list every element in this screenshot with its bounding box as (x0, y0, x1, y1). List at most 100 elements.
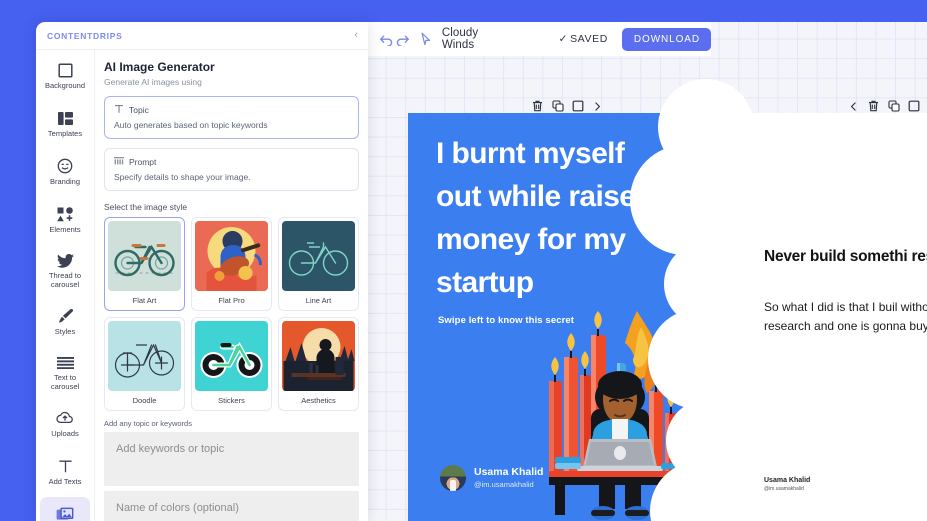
text-tool-icon (114, 104, 124, 116)
redo-arrow-icon[interactable] (395, 25, 412, 53)
brand-logo[interactable]: CONTENTDRIPS (47, 31, 122, 41)
style-thumb (282, 321, 355, 391)
style-card-flat-art[interactable]: Flat Art (104, 217, 185, 311)
slide-2-body: So what I did is that I buil without any… (764, 300, 927, 333)
style-name: Flat Pro (218, 296, 245, 305)
duplicate-icon[interactable] (549, 98, 566, 115)
shapes-plus-icon (56, 206, 74, 223)
sidebar-item-label: Branding (49, 176, 81, 186)
prompt-field[interactable]: Prompt Specify details to shape your ima… (104, 148, 359, 191)
author-handle: @im.usamakhalid (764, 485, 804, 492)
screen: I burnt myself out while raise money for… (0, 0, 927, 521)
sidebar-item-label: Elements (49, 224, 81, 234)
style-section-label: Select the image style (104, 202, 188, 212)
sidebar-item-label: Text to carousel (50, 373, 80, 391)
sidebar-item-uploads[interactable]: Uploads (40, 401, 90, 447)
prompt-grid-icon (114, 156, 124, 168)
slide-2-heading: Never build somethi research (764, 248, 927, 265)
cursor-pointer-icon[interactable] (417, 25, 434, 53)
sidebar-item-branding[interactable]: Branding (40, 149, 90, 195)
style-thumb (195, 221, 268, 291)
editor-canvas[interactable]: I burnt myself out while raise money for… (368, 22, 927, 521)
style-thumb (108, 221, 181, 291)
trash-icon[interactable] (865, 98, 882, 115)
slide-2[interactable]: Never build somethi research So what I d… (706, 113, 927, 521)
square-outline-icon (57, 62, 73, 79)
slide-1-headline: I burnt myself out while raise money for… (436, 137, 636, 299)
slide-1[interactable]: I burnt myself out while raise money for… (408, 113, 700, 521)
chevron-right-icon[interactable] (589, 98, 606, 115)
undo-arrow-icon[interactable] (378, 25, 395, 53)
keywords-input[interactable] (104, 432, 359, 486)
letter-t-icon (58, 458, 73, 475)
sidebar-item-thread-to-carousel[interactable]: Thread to carousel (40, 245, 90, 297)
chevron-left-icon[interactable]: ‹ (354, 30, 358, 41)
author-handle: @im.usamakhalid (474, 479, 534, 489)
style-card-stickers[interactable]: Stickers (191, 317, 272, 411)
style-card-line-art[interactable]: Line Art (278, 217, 359, 311)
sidebar-item-background[interactable]: Background (40, 53, 90, 99)
twitter-bird-icon (56, 252, 74, 269)
sidebar-item-styles[interactable]: Styles (40, 299, 90, 345)
frame-icon[interactable] (569, 98, 586, 115)
frame-icon[interactable] (905, 98, 922, 115)
download-button[interactable]: DOWNLOAD (621, 27, 711, 51)
grid-layout-icon (57, 110, 73, 127)
smiley-face-icon (57, 158, 73, 175)
check-icon: ✓ (558, 33, 569, 45)
document-title[interactable]: Cloudy Winds (442, 27, 485, 51)
saved-label: SAVED (570, 33, 608, 45)
slide-2-toolbar[interactable] (845, 97, 922, 115)
slide-2-author: Usama Khalid @im.usamakhalid (764, 476, 810, 493)
style-name: Flat Art (132, 296, 157, 305)
sidebar-item-elements[interactable]: Elements (40, 197, 90, 243)
sidebar-rail[interactable]: Background Templates Branding Elements T… (36, 49, 95, 521)
author-name: Usama Khalid (474, 465, 544, 478)
burnout-person-laptop-candles-illustration (549, 311, 691, 520)
keywords-label: Add any topic or keywords (104, 419, 192, 428)
style-thumb (108, 321, 181, 391)
image-stack-icon (56, 506, 74, 521)
saved-status: ✓ SAVED (559, 33, 608, 45)
duplicate-icon[interactable] (885, 98, 902, 115)
slide-1-author: Usama Khalid @im.usamakhalid (440, 465, 543, 491)
style-name: Line Art (305, 296, 332, 305)
sidebar-item-templates[interactable]: Templates (40, 101, 90, 147)
topic-label: Topic (129, 105, 149, 115)
sidebar-item-text-to-carousel[interactable]: Text to carousel (40, 347, 90, 399)
style-thumb (195, 321, 268, 391)
chevron-left-icon[interactable] (845, 98, 862, 115)
editor-toolbar[interactable]: Cloudy Winds ✓ SAVED DOWNLOAD (368, 22, 711, 56)
avatar (440, 465, 466, 491)
lines-text-icon (56, 354, 74, 371)
sidebar-item-label: Styles (54, 326, 76, 336)
sidebar-item-ai-images[interactable]: AI Images (40, 497, 90, 521)
style-grid[interactable]: Flat Art Flat Pro Line Art Doodle Sticke… (104, 217, 359, 411)
prompt-description: Specify details to shape your image. (114, 172, 251, 182)
topic-description: Auto generates based on topic keywords (114, 120, 268, 130)
app-window: CONTENTDRIPS ‹ Background Templates Bran… (36, 22, 368, 521)
cloud-upload-icon (56, 410, 74, 427)
sidebar-item-label: Thread to carousel (48, 271, 82, 289)
style-name: Doodle (132, 396, 157, 405)
page-subtitle: Generate AI images using (104, 77, 202, 87)
style-name: Aesthetics (301, 396, 336, 405)
topic-field[interactable]: Topic Auto generates based on topic keyw… (104, 96, 359, 139)
style-card-doodle[interactable]: Doodle (104, 317, 185, 411)
sidebar-item-add-texts[interactable]: Add Texts (40, 449, 90, 495)
author-name: Usama Khalid (764, 477, 811, 484)
style-name: Stickers (218, 396, 245, 405)
style-thumb (282, 221, 355, 291)
app-body: Background Templates Branding Elements T… (36, 49, 368, 521)
colors-input[interactable] (104, 491, 359, 521)
style-card-aesthetics[interactable]: Aesthetics (278, 317, 359, 411)
sidebar-item-label: Background (44, 80, 86, 90)
slide-1-toolbar[interactable] (529, 97, 606, 115)
app-header: CONTENTDRIPS ‹ (36, 22, 368, 49)
prompt-label: Prompt (129, 157, 157, 167)
paintbrush-icon (57, 308, 73, 325)
trash-icon[interactable] (529, 98, 546, 115)
sidebar-item-label: Uploads (51, 428, 79, 438)
sidebar-item-label: Templates (47, 128, 83, 138)
style-card-flat-pro[interactable]: Flat Pro (191, 217, 272, 311)
